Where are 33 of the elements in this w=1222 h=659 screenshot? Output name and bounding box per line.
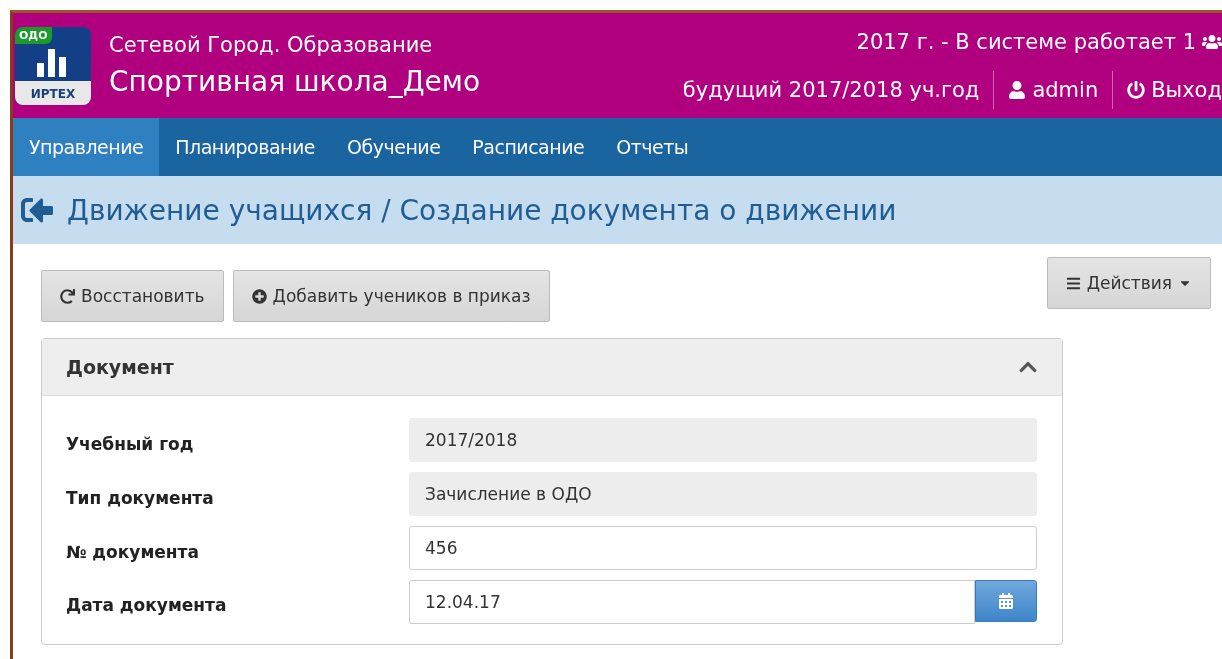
- nav-tab[interactable]: Управление: [13, 118, 160, 176]
- logo-text: ИРТЕХ: [15, 80, 91, 105]
- add-students-button[interactable]: Добавить учеников в приказ: [232, 270, 550, 322]
- nav-tab[interactable]: Обучение: [331, 118, 457, 176]
- readonly-field: Зачисление в ОДО: [409, 472, 1037, 516]
- logo-badge: ОДО: [15, 26, 52, 44]
- field-label: № документа: [66, 541, 200, 562]
- readonly-field: 2017/2018: [409, 418, 1037, 462]
- menu-icon: [1065, 275, 1081, 291]
- refresh-icon: [60, 288, 75, 304]
- field-label: Дата документа: [66, 594, 228, 615]
- logout-link[interactable]: Выход: [1112, 70, 1222, 109]
- field-label: Тип документа: [66, 487, 215, 508]
- input-field[interactable]: 456: [409, 526, 1037, 570]
- page-title: Движение учащихся / Создание документа о движении: [67, 193, 897, 227]
- panel-title: Документ: [66, 356, 174, 378]
- actions-button[interactable]: Действия: [1046, 257, 1211, 309]
- system-name: Сетевой Город. Образование: [109, 33, 434, 57]
- status-text: 2017 г. - В системе работает 1: [856, 28, 1196, 56]
- nav-tab[interactable]: Расписание: [456, 118, 601, 176]
- restore-button[interactable]: Восстановить: [41, 270, 224, 322]
- date-field[interactable]: 12.04.17: [409, 580, 975, 624]
- power-icon: [1127, 80, 1146, 99]
- school-name: Спортивная школа_Демо: [109, 65, 481, 98]
- nav-tab[interactable]: Отчеты: [600, 118, 705, 176]
- calendar-button[interactable]: [975, 580, 1037, 622]
- school-year-link[interactable]: будущий 2017/2018 уч.год: [682, 70, 980, 109]
- user-icon: [1008, 80, 1027, 99]
- nav-tab[interactable]: Планирование: [159, 118, 332, 176]
- field-label: Учебный год: [66, 433, 195, 454]
- calendar-icon: [998, 593, 1014, 609]
- plus-icon: [251, 288, 267, 304]
- user-link[interactable]: admin: [993, 70, 1113, 109]
